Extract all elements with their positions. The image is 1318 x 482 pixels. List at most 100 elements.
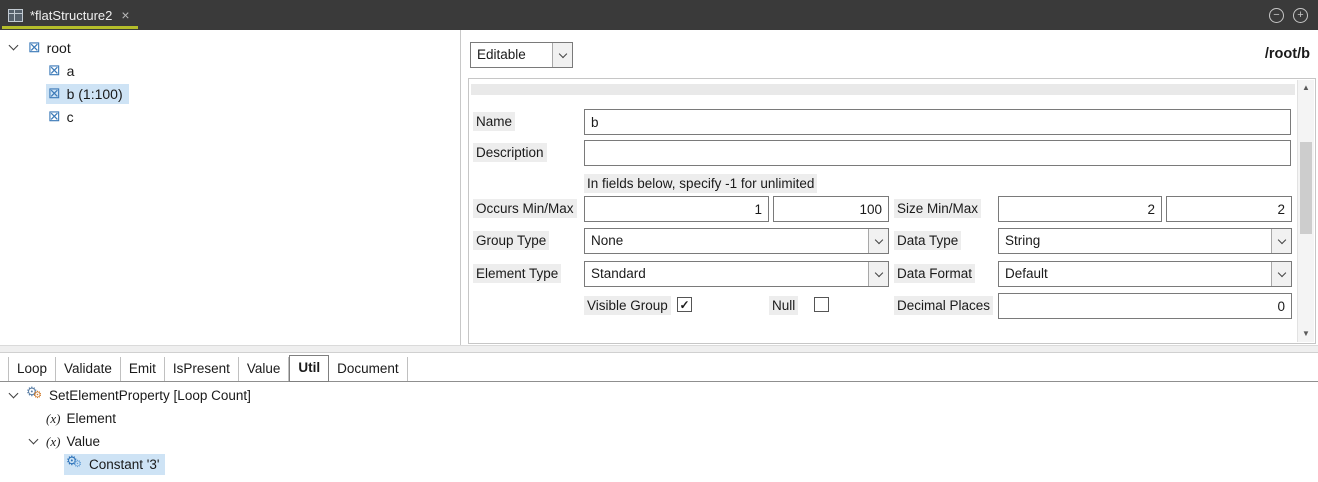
tree-item-label: Element — [66, 411, 116, 426]
expression-icon: (x) — [46, 434, 60, 450]
chevron-down-icon[interactable] — [9, 41, 19, 51]
gear-icon: ⚙ — [33, 391, 42, 401]
view-controls: − + — [1269, 8, 1318, 23]
function-gears-icon: ⚙ ⚙ — [26, 387, 44, 404]
tab-loop[interactable]: Loop — [8, 357, 56, 382]
maximize-view-icon[interactable]: + — [1293, 8, 1308, 23]
vertical-scrollbar[interactable]: ▲ ▼ — [1297, 80, 1314, 342]
data-format-select[interactable]: Default — [998, 261, 1292, 287]
decimal-places-label: Decimal Places — [894, 296, 993, 315]
tab-validate[interactable]: Validate — [56, 357, 121, 382]
size-max-input[interactable] — [1166, 196, 1292, 222]
decimal-places-input[interactable] — [998, 293, 1292, 319]
null-label: Null — [769, 296, 798, 315]
tree-item-label: Value — [66, 434, 100, 449]
size-minmax-label: Size Min/Max — [894, 199, 981, 218]
null-checkbox[interactable] — [814, 297, 829, 312]
close-tab-icon[interactable]: × — [121, 8, 129, 22]
tree-item-content-selected[interactable]: ⚙ ⚙ Constant '3' — [64, 454, 165, 475]
tree-item-setelementproperty[interactable]: ⚙ ⚙ SetElementProperty [Loop Count] — [0, 384, 1318, 407]
chevron-down-icon — [558, 49, 566, 57]
data-type-label: Data Type — [894, 231, 961, 250]
description-input[interactable] — [584, 140, 1291, 166]
check-icon: ✓ — [679, 299, 689, 311]
size-min-input[interactable] — [998, 196, 1162, 222]
data-type-select[interactable]: String — [998, 228, 1292, 254]
element-icon: ⊠ — [28, 40, 41, 55]
element-icon: ⊠ — [48, 63, 61, 78]
tree-item-content[interactable]: ⊠ c — [46, 107, 80, 127]
tree-item-value[interactable]: (x) Value — [0, 430, 1318, 453]
tree-item-label: SetElementProperty [Loop Count] — [49, 388, 251, 403]
tree-item-b[interactable]: ⊠ b (1:100) — [0, 82, 460, 105]
chevron-down-icon[interactable] — [29, 435, 39, 445]
visible-group-checkbox[interactable]: ✓ — [677, 297, 692, 312]
collapsed-section-bar — [471, 84, 1295, 95]
group-type-label: Group Type — [473, 231, 549, 250]
dropdown-arrow-button[interactable] — [552, 43, 572, 67]
dropdown-arrow-button[interactable] — [1271, 229, 1291, 253]
occurs-max-input[interactable] — [773, 196, 889, 222]
group-type-select[interactable]: None — [584, 228, 889, 254]
tab-document[interactable]: Document — [329, 357, 408, 382]
tree-item-label: Constant '3' — [89, 457, 159, 472]
tree-item-content[interactable]: ⊠ a — [46, 61, 80, 81]
tab-util[interactable]: Util — [289, 355, 329, 383]
dropdown-arrow-button[interactable] — [868, 229, 888, 253]
app-window: *flatStructure2 × − + ⊠ root ⊠ a — [0, 0, 1318, 482]
main-area: ⊠ root ⊠ a ⊠ b (1:100) ⊠ c — [0, 30, 1318, 345]
mode-select-value: Editable — [471, 43, 552, 67]
tab-label: *flatStructure2 — [30, 8, 112, 23]
tree-item-a[interactable]: ⊠ a — [0, 59, 460, 82]
element-path: /root/b — [1265, 46, 1310, 62]
tree-item-root[interactable]: ⊠ root — [0, 36, 460, 59]
group-type-value: None — [585, 229, 868, 253]
visible-group-label: Visible Group — [584, 296, 671, 315]
name-label: Name — [473, 112, 515, 131]
data-type-value: String — [999, 229, 1271, 253]
tree-item-label: root — [47, 40, 71, 56]
dropdown-arrow-button[interactable] — [1271, 262, 1291, 286]
name-input[interactable] — [584, 109, 1291, 135]
bottom-tab-bar: Loop Validate Emit IsPresent Value Util … — [0, 353, 1318, 382]
description-label: Description — [473, 143, 547, 162]
active-tab-underline — [2, 26, 138, 29]
titlebar: *flatStructure2 × − + — [0, 0, 1318, 30]
bottom-panel: Loop Validate Emit IsPresent Value Util … — [0, 353, 1318, 482]
tree-item-constant[interactable]: ⚙ ⚙ Constant '3' — [0, 453, 1318, 476]
chevron-down-icon[interactable] — [9, 389, 19, 399]
occurs-min-input[interactable] — [584, 196, 769, 222]
data-format-label: Data Format — [894, 264, 975, 283]
scrollbar-thumb[interactable] — [1300, 142, 1312, 234]
tree-item-c[interactable]: ⊠ c — [0, 105, 460, 128]
expression-icon: (x) — [46, 411, 60, 427]
structure-tree-panel: ⊠ root ⊠ a ⊠ b (1:100) ⊠ c — [0, 30, 461, 345]
element-icon: ⊠ — [48, 86, 61, 101]
chevron-down-icon — [874, 268, 882, 276]
data-format-value: Default — [999, 262, 1271, 286]
properties-panel: Editable /root/b Name Description In fie… — [462, 30, 1318, 345]
tree-item-content-selected[interactable]: ⊠ b (1:100) — [46, 84, 129, 104]
properties-form: Name Description In fields below, specif… — [468, 78, 1316, 344]
tree-item-content[interactable]: ⊠ root — [26, 38, 77, 58]
gear-icon: ⚙ — [73, 460, 82, 470]
tree-item-label: a — [67, 63, 75, 79]
tab-emit[interactable]: Emit — [121, 357, 165, 382]
scroll-down-icon[interactable]: ▼ — [1298, 326, 1314, 342]
tree-item-label: b (1:100) — [67, 86, 123, 102]
element-icon: ⊠ — [48, 109, 61, 124]
tab-ispresent[interactable]: IsPresent — [165, 357, 239, 382]
util-tree: ⚙ ⚙ SetElementProperty [Loop Count] (x) … — [0, 382, 1318, 476]
scroll-up-icon[interactable]: ▲ — [1298, 80, 1314, 96]
element-type-label: Element Type — [473, 264, 561, 283]
tree-item-element[interactable]: (x) Element — [0, 407, 1318, 430]
dropdown-arrow-button[interactable] — [868, 262, 888, 286]
constant-gears-icon: ⚙ ⚙ — [66, 456, 84, 473]
editor-tab[interactable]: *flatStructure2 × — [0, 0, 142, 30]
element-type-value: Standard — [585, 262, 868, 286]
minimize-view-icon[interactable]: − — [1269, 8, 1284, 23]
mode-select[interactable]: Editable — [470, 42, 573, 68]
element-type-select[interactable]: Standard — [584, 261, 889, 287]
horizontal-splitter[interactable] — [0, 345, 1318, 353]
tab-value[interactable]: Value — [239, 357, 290, 382]
